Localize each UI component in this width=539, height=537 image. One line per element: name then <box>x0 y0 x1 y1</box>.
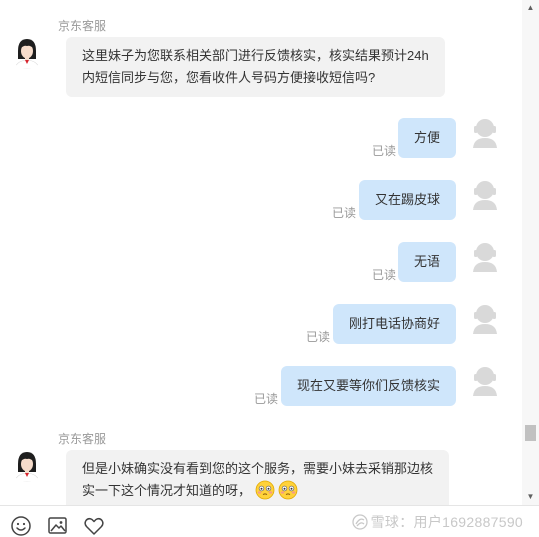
scroll-thumb[interactable] <box>525 425 536 441</box>
watermark: 雪球：用户1692887590 <box>351 512 523 532</box>
scroll-up-arrow-icon[interactable]: ▲ <box>522 0 539 16</box>
read-status: 已读 <box>371 268 396 282</box>
user-bubble: 现在又要等你们反馈核实 <box>280 366 456 406</box>
user-avatar-icon[interactable] <box>472 304 498 334</box>
user-message: 已读 又在踢皮球 <box>0 180 522 220</box>
user-avatar-icon[interactable] <box>472 118 498 148</box>
agent-bubble: 但是小妹确实没有看到您的这个服务，需要小妹去采销那边核 实一下这个情况才知道的呀… <box>66 450 450 505</box>
agent-message: 京东客服 这里妹子为您联系相关部门进行反馈核实，核实结果预计24h 内短信同步与… <box>0 0 522 100</box>
image-icon[interactable] <box>47 515 69 537</box>
user-message: 已读 方便 <box>0 118 522 158</box>
agent-name: 京东客服 <box>58 19 107 33</box>
chat-window: 京东客服 这里妹子为您联系相关部门进行反馈核实，核实结果预计24h 内短信同步与… <box>0 0 522 505</box>
flushed-face-emoji-icon <box>278 480 298 500</box>
watermark-user: ：用户1692887590 <box>399 514 523 530</box>
agent-bubble: 这里妹子为您联系相关部门进行反馈核实，核实结果预计24h 内短信同步与您，您看收… <box>66 37 445 97</box>
read-status: 已读 <box>331 206 356 220</box>
user-message: 已读 刚打电话协商好 <box>0 304 522 344</box>
message-line-text: 实一下这个情况才知道的呀， <box>82 483 252 498</box>
user-bubble: 又在踢皮球 <box>358 180 456 220</box>
agent-avatar[interactable] <box>10 35 44 69</box>
message-line: 这里妹子为您联系相关部门进行反馈核实，核实结果预计24h <box>82 48 429 63</box>
agent-message: 京东客服 但是小妹确实没有看到您的这个服务，需要小妹去采销那边核 实一下这个情况… <box>0 420 522 505</box>
message-line: 但是小妹确实没有看到您的这个服务，需要小妹去采销那边核 <box>82 461 434 476</box>
message-line: 实一下这个情况才知道的呀， <box>82 480 433 502</box>
snowball-logo-icon <box>351 514 368 530</box>
agent-avatar[interactable] <box>10 448 44 482</box>
message-line: 内短信同步与您，您看收件人号码方便接收短信吗? <box>82 70 376 85</box>
user-avatar-icon[interactable] <box>472 366 498 396</box>
user-avatar-icon[interactable] <box>472 242 498 272</box>
read-status: 已读 <box>371 144 396 158</box>
watermark-brand: 雪球 <box>370 514 400 530</box>
read-status: 已读 <box>253 392 278 406</box>
agent-name: 京东客服 <box>58 432 107 446</box>
flushed-face-emoji-icon <box>255 480 275 500</box>
user-message: 已读 现在又要等你们反馈核实 <box>0 366 522 406</box>
scroll-down-arrow-icon[interactable]: ▼ <box>522 489 539 505</box>
user-bubble: 无语 <box>397 242 456 282</box>
heart-icon[interactable] <box>83 515 105 537</box>
user-bubble: 方便 <box>397 118 456 158</box>
smiley-icon[interactable] <box>10 515 32 537</box>
read-status: 已读 <box>305 330 330 344</box>
user-bubble: 刚打电话协商好 <box>332 304 456 344</box>
user-message: 已读 无语 <box>0 242 522 282</box>
scrollbar[interactable]: ▲ ▼ <box>522 0 539 505</box>
user-avatar-icon[interactable] <box>472 180 498 210</box>
